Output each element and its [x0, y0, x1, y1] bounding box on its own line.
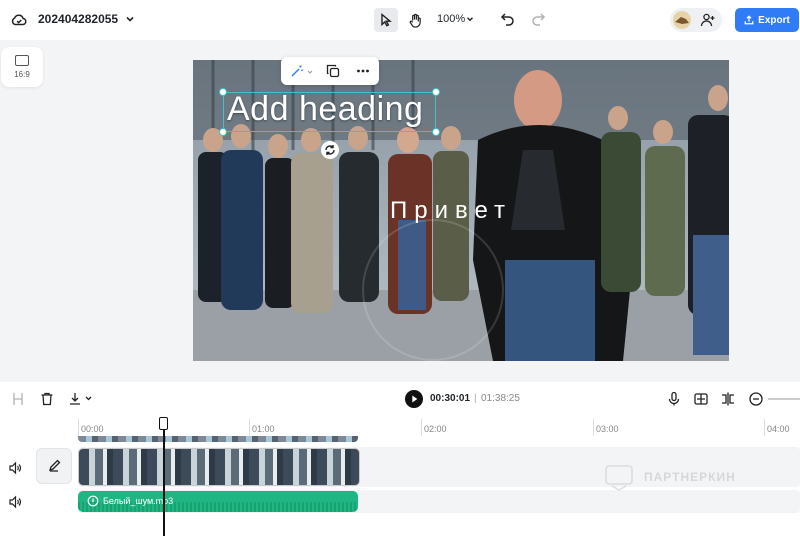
- zoom-out-icon[interactable]: [748, 391, 764, 407]
- more-options-icon[interactable]: [356, 64, 370, 78]
- pointer-icon: [381, 13, 392, 27]
- pencil-icon: [48, 459, 61, 472]
- ruler-tick: [421, 419, 422, 436]
- playhead-handle[interactable]: [159, 417, 168, 430]
- ruler-label: 03:00: [596, 424, 619, 434]
- add-user-icon[interactable]: [700, 12, 716, 28]
- current-time: 00:30:01: [430, 393, 471, 404]
- undo-icon[interactable]: [500, 11, 516, 27]
- music-icon: [87, 495, 99, 507]
- resize-handle-bl[interactable]: [219, 128, 227, 136]
- aspect-ratio-label: 16:9: [14, 70, 30, 79]
- ruler-tick: [78, 419, 79, 436]
- volume-icon[interactable]: [8, 461, 22, 475]
- chevron-down-icon[interactable]: [306, 68, 314, 76]
- hand-tool-button[interactable]: [403, 8, 427, 32]
- resize-handle-br[interactable]: [432, 128, 440, 136]
- auto-caption-icon[interactable]: [693, 391, 709, 407]
- export-label: Export: [758, 14, 790, 26]
- chevron-down-icon[interactable]: [124, 13, 136, 25]
- time-ruler[interactable]: 00:00 01:00 02:00 03:00 04:00: [78, 416, 800, 436]
- magic-wand-icon[interactable]: [290, 64, 304, 78]
- redo-icon[interactable]: [530, 11, 546, 27]
- watermark-icon: [605, 465, 633, 491]
- heading-text[interactable]: Add heading: [227, 90, 423, 129]
- aspect-ratio-button[interactable]: 16:9: [1, 47, 43, 87]
- export-button[interactable]: Export: [735, 8, 799, 32]
- cloud-sync-icon[interactable]: [10, 11, 28, 29]
- microphone-icon[interactable]: [666, 391, 682, 407]
- chevron-down-icon[interactable]: [465, 14, 475, 24]
- playhead[interactable]: [163, 428, 165, 536]
- project-title[interactable]: 202404282055: [38, 12, 118, 26]
- audio-clip[interactable]: Белый_шум.mp3: [78, 491, 358, 512]
- select-tool-button[interactable]: [374, 8, 398, 32]
- volume-icon[interactable]: [8, 495, 22, 509]
- video-clip[interactable]: [78, 448, 360, 486]
- resize-handle-tr[interactable]: [432, 88, 440, 96]
- ruler-label: 02:00: [424, 424, 447, 434]
- aspect-ratio-icon: [15, 55, 29, 66]
- ruler-label: 00:00: [81, 424, 104, 434]
- ruler-tick: [764, 419, 765, 436]
- ruler-tick: [593, 419, 594, 436]
- resize-handle-tl[interactable]: [219, 88, 227, 96]
- rotate-handle[interactable]: [321, 141, 339, 159]
- duplicate-icon[interactable]: [326, 64, 340, 78]
- watermark-text: ПАРТНЕРКИН: [644, 470, 736, 484]
- rotate-icon: [325, 145, 335, 155]
- caption-text[interactable]: Привет: [390, 197, 512, 225]
- split-icon[interactable]: [10, 391, 26, 407]
- overlay-track-strip[interactable]: [78, 436, 358, 442]
- split-view-icon[interactable]: [720, 391, 736, 407]
- top-bar: 202404282055 100% Export: [0, 0, 800, 40]
- download-icon[interactable]: [68, 391, 94, 407]
- text-floating-toolbar: [281, 57, 379, 85]
- ruler-label: 04:00: [767, 424, 790, 434]
- watermark-logo: ПАРТНЕРКИН: [604, 464, 764, 492]
- zoom-level[interactable]: 100%: [437, 13, 465, 25]
- ruler-tick: [249, 419, 250, 436]
- upload-icon: [744, 15, 754, 25]
- hand-icon: [409, 13, 421, 28]
- trash-icon[interactable]: [39, 391, 55, 407]
- total-duration: 01:38:25: [481, 393, 520, 404]
- timeline-zoom-slider[interactable]: [768, 398, 800, 400]
- edit-cover-button[interactable]: [36, 448, 72, 484]
- play-button[interactable]: [405, 390, 423, 408]
- collaborators: [670, 8, 722, 32]
- ruler-label: 01:00: [252, 424, 275, 434]
- playback-controls: 00:30:01 | 01:38:25: [0, 382, 800, 416]
- time-separator: |: [474, 393, 477, 404]
- avatar[interactable]: [673, 11, 691, 29]
- play-icon: [412, 395, 418, 403]
